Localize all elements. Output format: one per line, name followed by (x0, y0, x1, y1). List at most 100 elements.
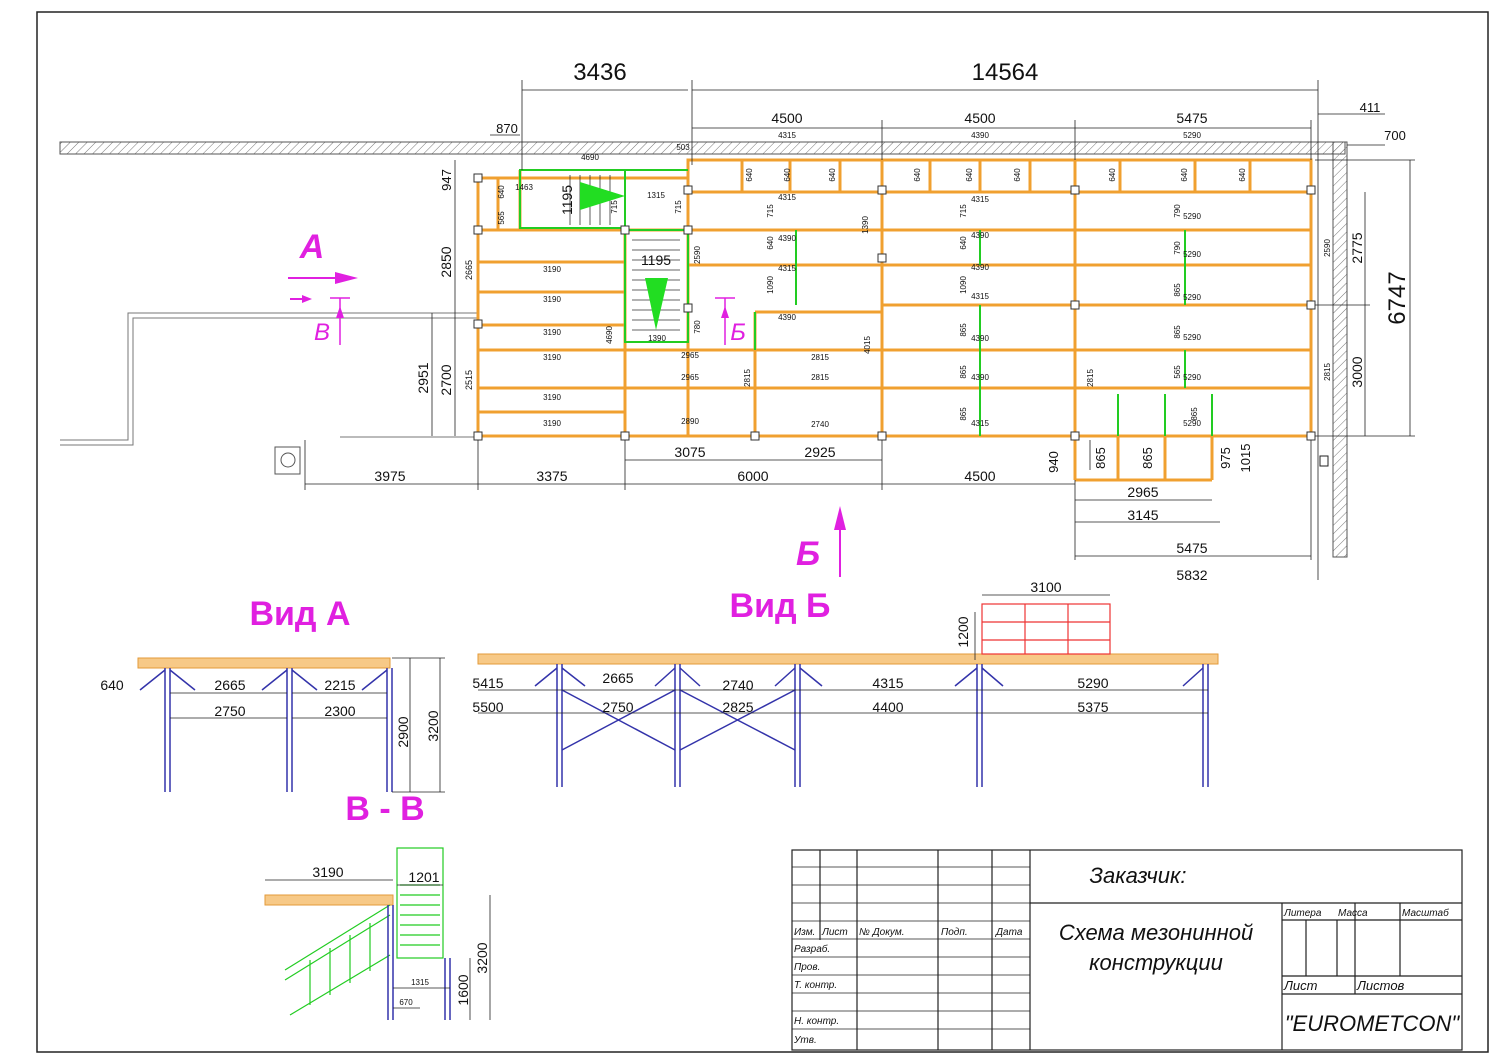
mezzanine-plan: 3436 14564 411 700 870 503 4690 4500 450… (59, 59, 1415, 583)
stair-arrow-down-icon (645, 278, 668, 330)
section-title: В - В (345, 790, 424, 828)
row-razrab: Разраб. (794, 943, 830, 955)
beam-label-3190: 3190 (543, 328, 561, 337)
row-prov: Пров. (794, 962, 820, 973)
dim-503: 503 (676, 143, 690, 152)
beam-label-865: 865 (959, 365, 968, 379)
view-a-dim-3200: 3200 (425, 710, 441, 741)
col-data: Дата (995, 927, 1023, 938)
beam-label-565: 565 (497, 211, 506, 225)
beam-label-4315: 4315 (778, 193, 796, 202)
beam-label-4315: 4315 (778, 264, 796, 273)
row-nkontr: Н. контр. (794, 1016, 839, 1027)
view-b-dim-5290: 5290 (1077, 675, 1108, 691)
dim-2951: 2951 (415, 362, 431, 393)
dim-2665: 2665 (464, 260, 474, 280)
beam-label-1463: 1463 (515, 183, 533, 192)
title-block: Заказчик: Схема мезонинной конструкции "… (791, 849, 1463, 1051)
beam-label-1195: 1195 (641, 252, 671, 268)
beam-label-5290: 5290 (1183, 373, 1201, 382)
dim-2965: 2965 (1127, 484, 1158, 500)
dim-1015: 1015 (1238, 444, 1253, 473)
dim-865-a: 865 (1093, 447, 1108, 469)
beam-label-4390: 4390 (971, 373, 989, 382)
view-a: Вид А 640 2665 2215 2750 2300 2900 3200 (100, 595, 445, 793)
sheets-label: Листов (1356, 978, 1405, 993)
view-a-dim-2900: 2900 (395, 716, 411, 747)
arrow-up-icon (834, 506, 846, 530)
beam-label-5290: 5290 (1183, 333, 1201, 342)
beam-label-1195: 1195 (559, 185, 575, 215)
beam-label-5290: 5290 (1183, 212, 1201, 221)
beam-label-790: 790 (1173, 204, 1182, 218)
beam-label-1390: 1390 (861, 216, 870, 234)
dim-870: 870 (496, 121, 518, 136)
beam-label-2815: 2815 (811, 353, 829, 362)
dim-6747: 6747 (1384, 271, 1411, 324)
beam-label-780: 780 (693, 320, 702, 334)
beam-label-2890: 2890 (681, 417, 699, 426)
col-doc: № Докум. (859, 927, 905, 938)
column-marker (274, 446, 301, 475)
dim-2775: 2775 (1349, 232, 1365, 263)
col-litera: Литера (1283, 908, 1322, 919)
beam-label-3190: 3190 (543, 353, 561, 362)
view-b: Вид Б 5415 2665 2740 4315 5290 5500 2750… (472, 579, 1219, 787)
beam-label-865: 865 (1173, 325, 1182, 339)
section-dim-3190: 3190 (312, 864, 343, 880)
handrail (981, 603, 1111, 655)
view-b-dim-4400: 4400 (872, 699, 903, 715)
view-b-dim-3100: 3100 (1030, 579, 1061, 595)
view-a-dim-2215: 2215 (324, 677, 355, 693)
dim-3000: 3000 (1349, 356, 1365, 387)
beam-label-715: 715 (959, 204, 968, 218)
dim-bay-c-in: 5290 (1183, 131, 1201, 140)
beam-label-3190: 3190 (543, 265, 561, 274)
view-a-dim-2665: 2665 (214, 677, 245, 693)
beam-label-640: 640 (965, 168, 974, 182)
beam-label-640: 640 (766, 236, 775, 250)
dim-5832: 5832 (1176, 567, 1207, 583)
beam-label-715: 715 (610, 200, 619, 214)
dim-940: 940 (1046, 451, 1061, 473)
beam-label-2965: 2965 (681, 373, 699, 382)
dim-5475: 5475 (1176, 540, 1207, 556)
row-tkontr: Т. контр. (794, 980, 837, 991)
view-a-dim-2300: 2300 (324, 703, 355, 719)
beam-label-640: 640 (828, 168, 837, 182)
section-dim-3200: 3200 (474, 942, 490, 973)
sheet-label: Лист (1283, 978, 1318, 993)
dim-947: 947 (439, 169, 454, 191)
view-a-title: Вид А (249, 595, 350, 633)
beam-label-4315: 4315 (971, 292, 989, 301)
wall-hatch-right (1332, 141, 1348, 558)
dim-2590: 2590 (1323, 239, 1332, 257)
dim-bay-a: 4500 (771, 110, 802, 126)
beam-label-640: 640 (959, 236, 968, 250)
beam-label-2740: 2740 (811, 420, 829, 429)
beam-label-2965: 2965 (681, 351, 699, 360)
col-podp: Подп. (941, 927, 968, 938)
beam-label-1090: 1090 (766, 276, 775, 294)
dim-2815: 2815 (1323, 363, 1332, 381)
beam-label-1390: 1390 (648, 334, 666, 343)
beam-grid (476, 158, 1313, 482)
deck-beam (264, 894, 394, 906)
dim-bay-c: 5475 (1176, 110, 1207, 126)
dim-411: 411 (1360, 100, 1381, 115)
col-massa: Масса (1338, 908, 1368, 919)
beam-label-4315: 4315 (971, 419, 989, 428)
dim-6000: 6000 (737, 468, 768, 484)
beam-label-1090: 1090 (959, 276, 968, 294)
beam-label-4015: 4015 (863, 336, 872, 354)
beam-label-640: 640 (1013, 168, 1022, 182)
beam-label-4390: 4390 (971, 263, 989, 272)
beam-label-865: 865 (959, 323, 968, 337)
view-b-dim-2825: 2825 (722, 699, 753, 715)
dim-4690: 4690 (581, 153, 599, 162)
view-b-dim-4315: 4315 (872, 675, 903, 691)
beam-label-640: 640 (497, 185, 506, 199)
beam-label-790: 790 (1173, 241, 1182, 255)
small-marker (1319, 455, 1329, 467)
view-b-dim-2750: 2750 (602, 699, 633, 715)
